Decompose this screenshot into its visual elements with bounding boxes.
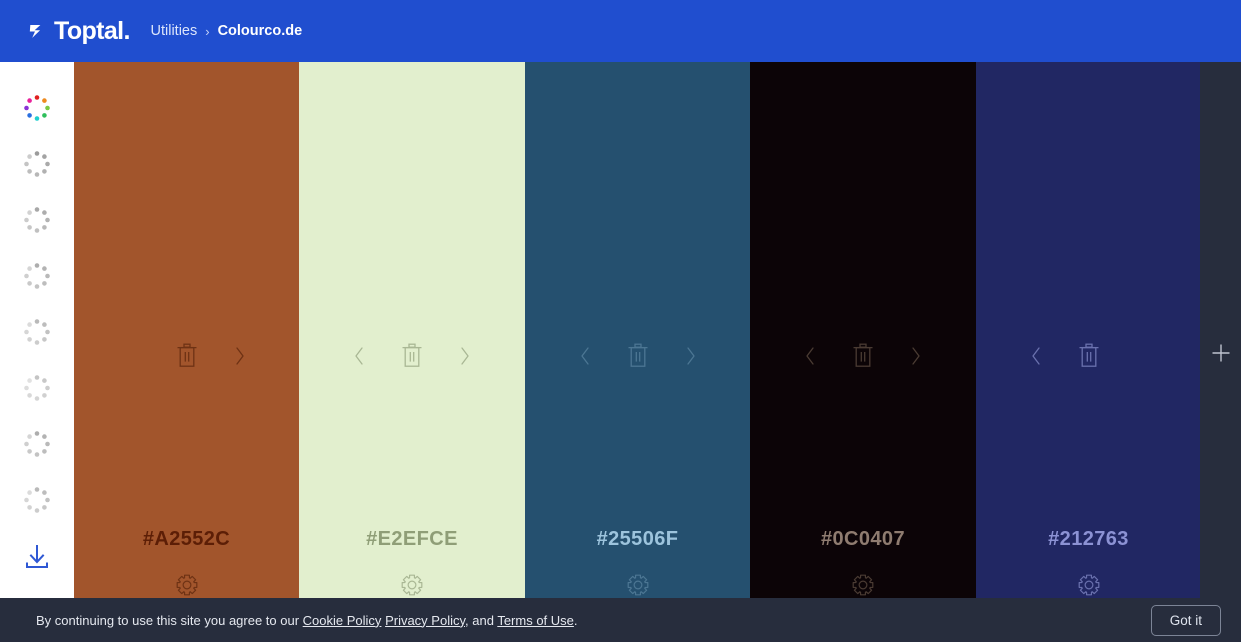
next-color-button[interactable] (457, 345, 473, 367)
chevron-right-icon[interactable] (683, 345, 699, 367)
swatch-controls (299, 343, 525, 368)
color-dots-ring-icon (24, 207, 50, 233)
trash-icon (177, 343, 196, 367)
next-color-button[interactable] (683, 345, 699, 367)
gear-icon (401, 574, 423, 596)
chevron-right-icon: › (205, 23, 210, 39)
swatch-controls (74, 343, 299, 368)
chevron-left-icon[interactable] (802, 345, 818, 367)
prev-color-button (126, 345, 142, 367)
breadcrumb-current: Colourco.de (217, 23, 303, 39)
delete-color-button[interactable] (176, 343, 198, 368)
chevron-right-icon[interactable] (232, 345, 248, 367)
delete-color-button[interactable] (401, 343, 423, 368)
cookie-policy-link[interactable]: Cookie Policy (303, 613, 382, 628)
download-button[interactable] (9, 528, 65, 584)
cookie-consent-text: By continuing to use this site you agree… (36, 613, 578, 628)
chevron-right-icon[interactable] (908, 345, 924, 367)
app-header: Toptal . Utilities › Colourco.de (0, 0, 1241, 62)
swatch-controls (976, 343, 1201, 368)
delete-color-button[interactable] (627, 343, 649, 368)
swatch-settings-button[interactable] (750, 574, 976, 596)
trash-icon (853, 343, 873, 367)
toptal-logo-text: Toptal (54, 16, 124, 45)
prev-color-button[interactable] (351, 345, 367, 367)
color-dots-ring-icon (24, 431, 50, 457)
palette-tool-6[interactable] (9, 360, 65, 416)
next-color-button[interactable] (908, 345, 924, 367)
hex-value-label[interactable]: #E2EFCE (299, 528, 525, 551)
color-swatch-4[interactable]: #0C0407 (750, 62, 976, 598)
trash-icon (402, 343, 422, 367)
privacy-policy-link[interactable]: Privacy Policy (385, 613, 465, 628)
cookie-text-middle: , and (465, 612, 498, 628)
swatch-controls (750, 343, 976, 368)
download-icon (26, 545, 48, 568)
gear-icon (627, 574, 648, 596)
next-color-button[interactable] (232, 345, 248, 367)
hex-value-label[interactable]: #212763 (976, 528, 1201, 551)
swatch-controls (525, 343, 750, 368)
breadcrumb-utilities[interactable]: Utilities (151, 23, 198, 39)
chevron-left-icon[interactable] (1028, 345, 1044, 367)
color-swatch-1[interactable]: #A2552C (74, 62, 299, 598)
delete-color-button[interactable] (852, 343, 874, 368)
swatch-settings-button[interactable] (299, 574, 525, 596)
palette-tool-2[interactable] (9, 136, 65, 192)
chevron-left-icon[interactable] (577, 345, 593, 367)
hex-value-label[interactable]: #0C0407 (750, 528, 976, 551)
cookie-consent-banner: By continuing to use this site you agree… (0, 598, 1241, 642)
right-rail (1200, 62, 1241, 598)
prev-color-button[interactable] (577, 345, 593, 367)
swatch-settings-button[interactable] (976, 574, 1201, 596)
sidebar (0, 62, 74, 598)
add-color-button[interactable] (1200, 343, 1241, 363)
gear-icon (1078, 574, 1099, 596)
swatch-settings-button[interactable] (74, 574, 299, 596)
palette-tool-5[interactable] (9, 304, 65, 360)
delete-color-button[interactable] (1078, 343, 1100, 368)
chevron-right-icon[interactable] (457, 345, 473, 367)
trash-icon (628, 343, 647, 367)
cookie-text-end: . (573, 612, 578, 628)
palette-tool-7[interactable] (9, 416, 65, 472)
hex-value-label[interactable]: #25506F (525, 528, 750, 551)
color-swatch-2[interactable]: #E2EFCE (299, 62, 525, 598)
palette-tool-3[interactable] (9, 192, 65, 248)
next-color-button (1134, 345, 1150, 367)
color-swatch-3[interactable]: #25506F (525, 62, 750, 598)
color-dots-ring-icon (24, 263, 50, 289)
gear-icon (852, 574, 874, 596)
color-dots-ring-icon (24, 375, 50, 401)
palette-tool-active[interactable] (9, 80, 65, 136)
terms-of-use-link[interactable]: Terms of Use (497, 613, 574, 628)
prev-color-button[interactable] (1028, 345, 1044, 367)
toptal-logo[interactable]: Toptal . (28, 0, 131, 62)
swatch-settings-button[interactable] (525, 574, 750, 596)
color-dots-ring-icon (24, 319, 50, 345)
color-dots-ring-icon (24, 487, 50, 513)
prev-color-button[interactable] (802, 345, 818, 367)
palette-tool-4[interactable] (9, 248, 65, 304)
trash-icon (1079, 343, 1098, 367)
color-dots-ring-icon (24, 95, 50, 121)
colourcode-app: Toptal . Utilities › Colourco.de #A2552C… (0, 0, 1241, 642)
breadcrumb: Utilities › Colourco.de (151, 23, 303, 39)
cookie-text-before: By continuing to use this site you agree… (36, 612, 303, 628)
toptal-logo-icon (28, 20, 50, 42)
plus-icon (1212, 344, 1229, 362)
palette-columns: #A2552C #E2EFCE #25506F #0C0407 #212763 (74, 62, 1241, 598)
gear-icon (176, 574, 197, 596)
color-dots-ring-icon (24, 151, 50, 177)
palette-tool-8[interactable] (9, 472, 65, 528)
color-swatch-5[interactable]: #212763 (976, 62, 1201, 598)
toptal-logo-dot: . (123, 16, 131, 45)
cookie-accept-button[interactable]: Got it (1150, 604, 1221, 636)
hex-value-label[interactable]: #A2552C (74, 528, 299, 551)
chevron-left-icon[interactable] (351, 345, 367, 367)
